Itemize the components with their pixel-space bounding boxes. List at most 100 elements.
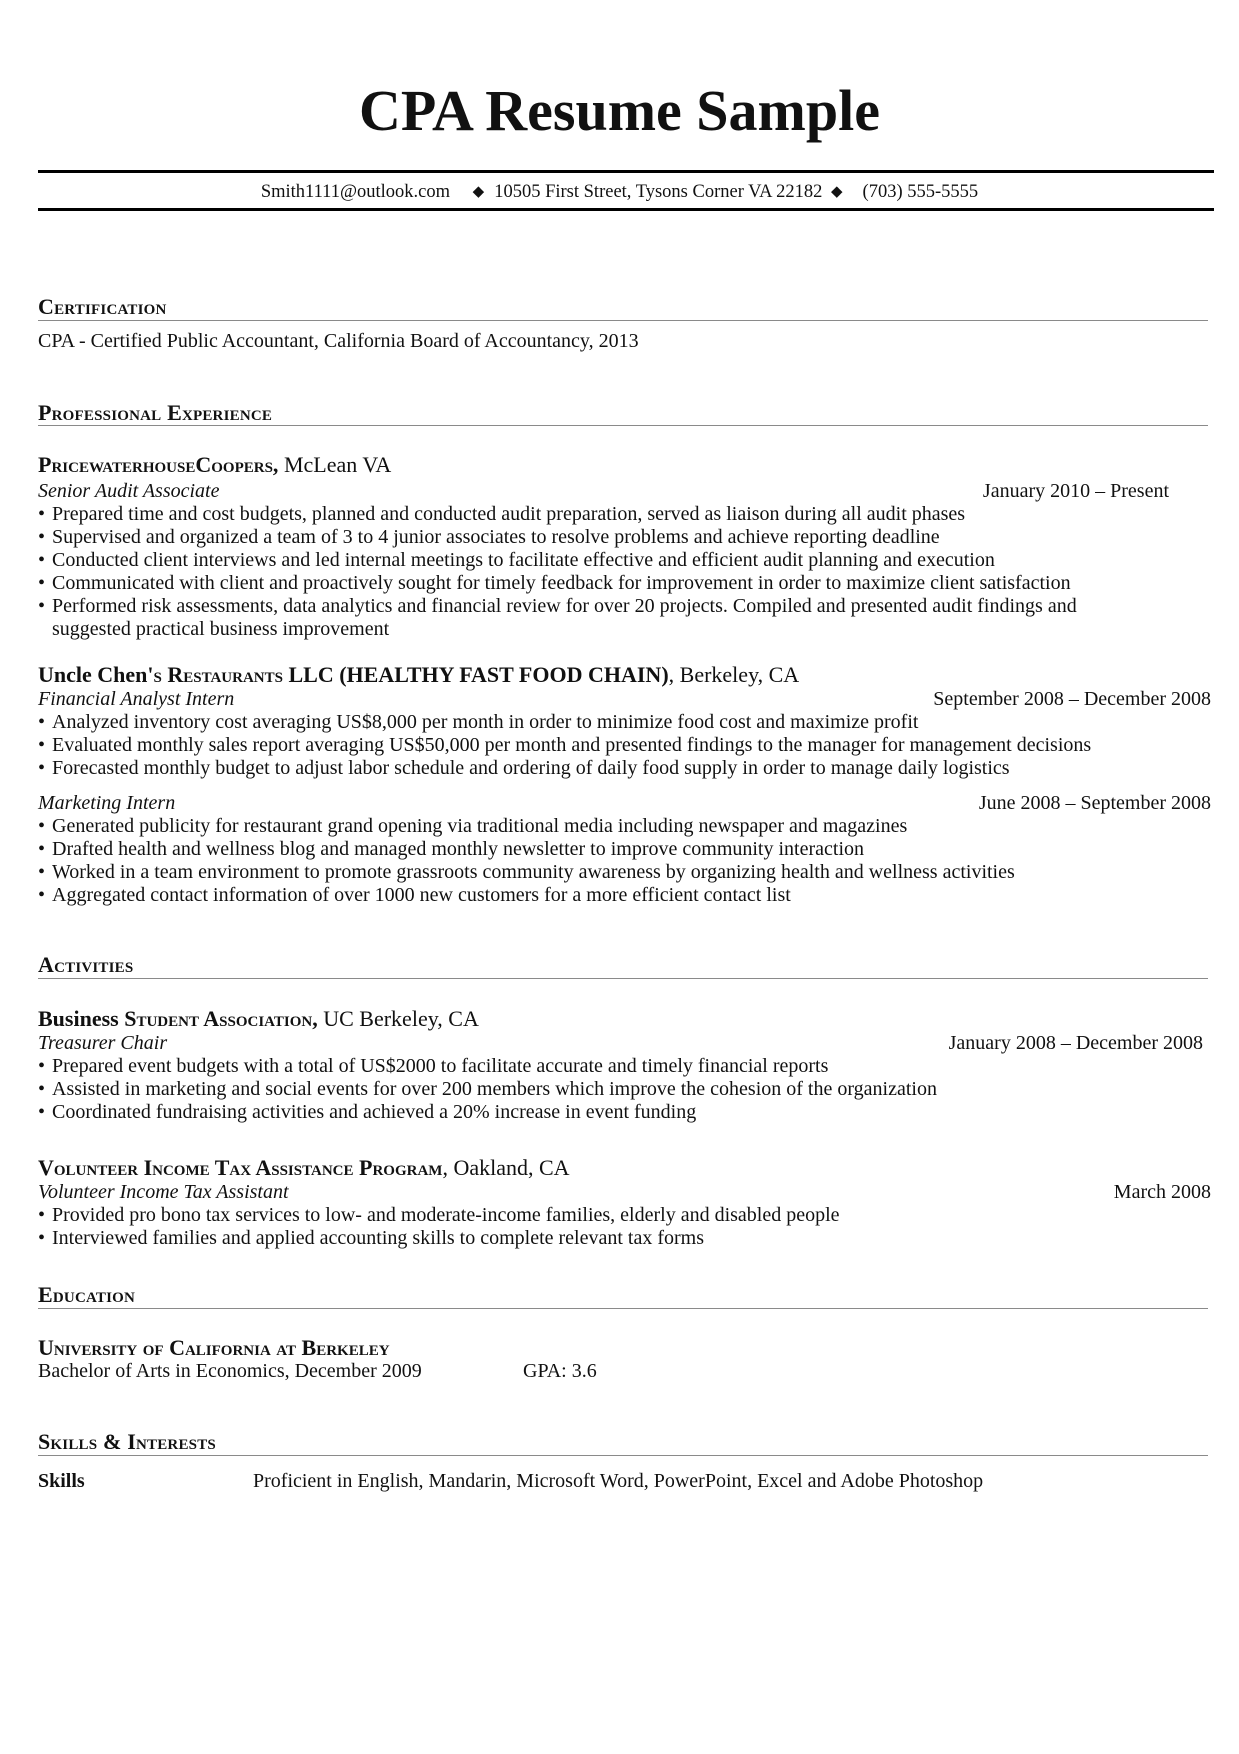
list-item: • Forecasted monthly budget to adjust lab… [38,757,1010,780]
bullet-text: Supervised and organized a team of 3 to … [52,526,940,548]
bullet-icon: • [38,1204,46,1226]
activity-dates: January 2008 – December 2008 [948,1032,1203,1054]
section-rule [38,320,1208,321]
list-item: • Coordinated fundraising activities and … [38,1101,696,1124]
section-rule [38,978,1208,979]
bullet-icon: • [38,815,46,837]
resume-title: CPA Resume Sample [359,78,880,143]
activity-org-bold: Volunteer Income Tax Assistance Program [38,1155,443,1180]
bullet-icon: • [38,503,46,525]
gpa: GPA: 3.6 [523,1360,597,1382]
list-item: • Generated publicity for restaurant gran… [38,815,907,838]
bullet-icon: • [38,711,46,733]
bullet-text: Aggregated contact information of over 1… [52,884,791,906]
section-heading-education: Education [38,1282,136,1307]
bullet-text: Prepared time and cost budgets, planned … [52,503,966,525]
list-item: • Aggregated contact information of over … [38,884,791,907]
bullet-icon: • [38,526,46,548]
list-item: • Analyzed inventory cost averaging US$8,… [38,711,918,734]
black-diamond-icon: ◆ [472,184,485,200]
list-item: • Interviewed families and applied accoun… [38,1227,704,1250]
list-item: • Assisted in marketing and social events… [38,1078,937,1101]
bullet-text: Analyzed inventory cost averaging US$8,0… [52,711,919,733]
bullet-icon: • [38,1078,46,1100]
contact-address: 10505 First Street, Tysons Corner VA 221… [494,182,823,202]
bullet-text: Assisted in marketing and social events … [52,1078,937,1100]
bullet-text: Generated publicity for restaurant grand… [52,815,908,837]
bullet-icon: • [38,734,46,756]
contact-phone: (703) 555-5555 [862,182,979,202]
bullet-icon: • [38,1101,46,1123]
section-rule [38,1308,1208,1309]
list-item: • Performed risk assessments, data analyt… [38,595,1077,618]
list-item: • Conducted client interviews and led int… [38,549,995,572]
bullet-text: Evaluated monthly sales report averaging… [52,734,1092,756]
bullet-continuation: suggested practical business improvement [52,618,390,640]
list-item: • Prepared event budgets with a total of … [38,1055,828,1078]
contact-line: Smith1111@outlook.com ◆ 10505 First Stree… [0,180,1239,205]
list-item: • Evaluated monthly sales report averagin… [38,734,1091,757]
bullet-icon: • [38,1227,46,1249]
job-title: Financial Analyst Intern [38,688,235,710]
section-heading-experience: Professional Experience [38,400,273,425]
activity-dates: March 2008 [1113,1181,1211,1203]
list-item: • Drafted health and wellness blog and ma… [38,838,864,861]
bullet-text: Drafted health and wellness blog and man… [52,838,865,860]
employer-location: , Berkeley, CA [668,662,800,687]
bullet-icon: • [38,572,46,594]
bullet-text: Worked in a team environment to promote … [52,861,1015,883]
activity-role: Volunteer Income Tax Assistant [38,1181,289,1203]
bullet-icon: • [38,1055,46,1077]
bullet-text: Performed risk assessments, data analyti… [52,595,1077,617]
employer-name: PricewaterhouseCoopers, McLean VA [38,452,391,478]
degree: Bachelor of Arts in Economics, December … [38,1360,422,1382]
skills-value: Proficient in English, Mandarin, Microso… [253,1470,984,1492]
list-item: • Prepared time and cost budgets, planned… [38,503,965,526]
employer-name: Uncle Chen's Restaurants LLC (HEALTHY FA… [38,662,799,688]
employer-location: McLean VA [278,452,392,477]
activity-role: Treasurer Chair [38,1032,168,1054]
activity-org-name: Volunteer Income Tax Assistance Program,… [38,1155,570,1181]
bullet-text: Forecasted monthly budget to adjust labo… [52,757,1010,779]
header-bottom-rule [38,208,1214,211]
bullet-icon: • [38,757,46,779]
bullet-icon: • [38,595,46,617]
certification-text: CPA - Certified Public Accountant, Calif… [38,330,639,352]
bullet-icon: • [38,838,46,860]
bullet-icon: • [38,884,46,906]
employer-name-bold: 's Restaurants LLC (HEALTHY FAST FOOD CH… [147,662,669,687]
bullet-text: Conducted client interviews and led inte… [52,549,995,571]
activity-org-plain: Business [38,1006,119,1031]
section-heading-skills: Skills & Interests [38,1429,216,1454]
employer-name-bold: PricewaterhouseCoopers, [38,452,279,477]
job-dates: June 2008 – September 2008 [978,792,1211,814]
activity-location: , Oakland, CA [442,1155,570,1180]
bullet-text: Prepared event budgets with a total of U… [52,1055,829,1077]
activity-org-name: Business Student Association, UC Berkele… [38,1006,479,1032]
list-item: • Worked in a team environment to promote… [38,861,1015,884]
bullet-icon: • [38,549,46,571]
job-dates: September 2008 – December 2008 [933,688,1211,710]
contact-email[interactable]: Smith1111@outlook.com [261,182,450,202]
job-dates: January 2010 – Present [982,480,1169,502]
section-heading-certification: Certification [38,294,167,319]
bullet-icon: • [38,861,46,883]
bullet-text: Interviewed families and applied account… [52,1227,705,1249]
black-diamond-icon: ◆ [830,184,843,200]
job-title: Marketing Intern [38,792,176,814]
section-rule [38,1455,1208,1456]
skills-label: Skills [38,1470,85,1492]
job-title: Senior Audit Associate [38,480,220,502]
school-name: University of California at Berkeley [38,1335,390,1360]
section-heading-activities: Activities [38,952,134,977]
header-top-rule [38,170,1214,173]
list-item: • Supervised and organized a team of 3 to… [38,526,940,549]
list-item: • Communicated with client and proactivel… [38,572,1071,595]
bullet-text: Provided pro bono tax services to low- a… [52,1204,840,1226]
section-rule [38,425,1208,426]
list-item: • Provided pro bono tax services to low- … [38,1204,840,1227]
employer-name-plain: Uncle Chen [38,662,148,687]
activity-org-bold: Student Association, [118,1006,318,1031]
activity-location: UC Berkeley, CA [317,1006,479,1031]
bullet-text: Coordinated fundraising activities and a… [52,1101,697,1123]
